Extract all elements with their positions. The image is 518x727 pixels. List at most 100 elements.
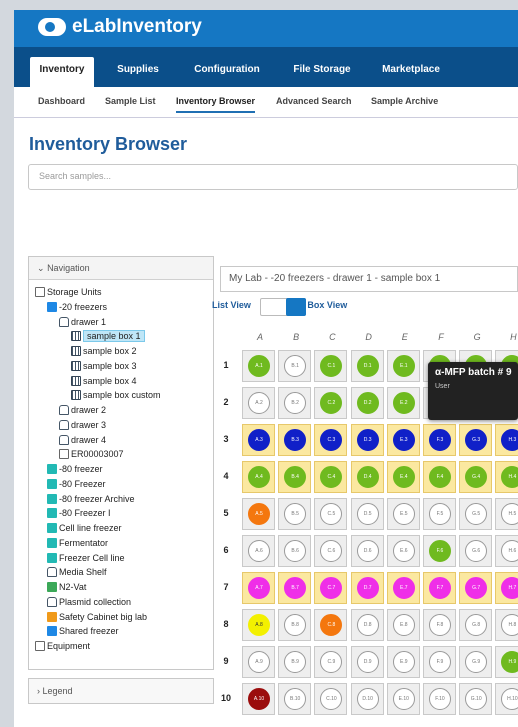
box-cell[interactable]: D.9 [350,646,384,678]
tree-node-equipment[interactable]: Equipment [35,639,90,653]
tree-node-sample-box-1[interactable]: sample box 1 [71,329,145,343]
tree-node-freezer-cell-line[interactable]: Freezer Cell line [47,551,125,565]
main-tab-supplies[interactable]: Supplies [108,57,168,87]
tree-node-sample-box-custom[interactable]: sample box custom [71,388,161,402]
sub-tab-dashboard[interactable]: Dashboard [38,96,85,106]
navigation-header[interactable]: ⌄ Navigation [29,257,213,280]
box-cell[interactable]: D.2 [350,387,384,419]
box-cell[interactable]: F.4 [423,461,456,493]
tree-node-shared-freezer[interactable]: Shared freezer [47,624,119,638]
box-cell[interactable]: F.6 [423,535,456,567]
box-cell[interactable]: E.7 [386,572,420,604]
box-cell[interactable]: A.5 [242,498,275,530]
box-cell[interactable]: C.7 [314,572,348,604]
box-cell[interactable]: D.1 [350,350,384,382]
tree-node-media-shelf[interactable]: Media Shelf [47,565,107,579]
box-cell[interactable]: G.7 [459,572,493,604]
box-cell[interactable]: B.10 [278,683,312,715]
box-cell[interactable]: A.8 [242,609,275,641]
tree-node-sample-box-3[interactable]: sample box 3 [71,359,137,373]
sub-tab-inventory-browser[interactable]: Inventory Browser [176,96,256,113]
tree-node-fermentator[interactable]: Fermentator [47,536,108,550]
tree-node-80-freezer-i[interactable]: -80 Freezer I [47,506,111,520]
box-cell[interactable]: D.8 [350,609,384,641]
box-cell[interactable]: B.8 [278,609,312,641]
main-tab-configuration[interactable]: Configuration [182,57,272,87]
box-cell[interactable]: D.3 [350,424,384,456]
box-cell[interactable]: E.9 [386,646,420,678]
tree-node-80-freezer-archive[interactable]: -80 freezer Archive [47,492,135,506]
box-cell[interactable]: A.2 [242,387,275,419]
tree-node-drawer-3[interactable]: drawer 3 [59,418,106,432]
tree-node-sample-box-4[interactable]: sample box 4 [71,374,137,388]
box-cell[interactable]: E.8 [386,609,420,641]
app-logo[interactable]: eLabInventory [38,16,202,38]
box-cell[interactable]: F.7 [423,572,456,604]
box-cell[interactable]: G.3 [459,424,493,456]
box-cell[interactable]: F.3 [423,424,456,456]
box-cell[interactable]: D.7 [350,572,384,604]
view-toggle-switch[interactable] [260,298,306,316]
box-cell[interactable]: G.4 [459,461,493,493]
box-cell[interactable]: B.6 [278,535,312,567]
box-cell[interactable]: E.3 [386,424,420,456]
list-view-label[interactable]: List View [212,300,251,310]
box-cell[interactable]: E.10 [386,683,420,715]
box-cell[interactable]: C.6 [314,535,348,567]
box-cell[interactable]: G.9 [459,646,493,678]
tree-node-80-freezer[interactable]: -80 freezer [47,462,103,476]
tree-node-sample-box-2[interactable]: sample box 2 [71,344,137,358]
box-cell[interactable]: H.8 [495,609,518,641]
tree-node-n2-vat[interactable]: N2-Vat [47,580,86,594]
box-cell[interactable]: G.10 [459,683,493,715]
sub-tab-advanced-search[interactable]: Advanced Search [276,96,352,106]
box-cell[interactable]: A.7 [242,572,275,604]
box-cell[interactable]: A.1 [242,350,275,382]
box-cell[interactable]: B.5 [278,498,312,530]
box-cell[interactable]: C.8 [314,609,348,641]
tree-node-safety-cabinet-big-lab[interactable]: Safety Cabinet big lab [47,610,147,624]
box-cell[interactable]: E.4 [386,461,420,493]
sub-tab-sample-archive[interactable]: Sample Archive [371,96,438,106]
box-cell[interactable]: C.9 [314,646,348,678]
box-cell[interactable]: B.3 [278,424,312,456]
box-cell[interactable]: C.4 [314,461,348,493]
main-tab-file-storage[interactable]: File Storage [284,57,360,87]
tree-node-er00003007[interactable]: ER00003007 [59,447,124,461]
box-view-label[interactable]: Box View [307,300,347,310]
box-cell[interactable]: A.4 [242,461,275,493]
box-cell[interactable]: B.9 [278,646,312,678]
box-cell[interactable]: H.7 [495,572,518,604]
box-cell[interactable]: G.8 [459,609,493,641]
tree-node-plasmid-collection[interactable]: Plasmid collection [47,595,131,609]
main-tab-inventory[interactable]: Inventory [30,57,94,87]
box-cell[interactable]: D.4 [350,461,384,493]
box-cell[interactable]: C.1 [314,350,348,382]
box-cell[interactable]: C.5 [314,498,348,530]
main-tab-marketplace[interactable]: Marketplace [370,57,452,87]
box-cell[interactable]: A.9 [242,646,275,678]
box-cell[interactable]: E.2 [386,387,420,419]
tree-node-storage-units[interactable]: Storage Units [35,285,102,299]
box-cell[interactable]: A.6 [242,535,275,567]
box-cell[interactable]: G.5 [459,498,493,530]
box-cell[interactable]: H.4 [495,461,518,493]
box-cell[interactable]: H.9 [495,646,518,678]
box-cell[interactable]: E.5 [386,498,420,530]
box-cell[interactable]: A.3 [242,424,275,456]
box-cell[interactable]: F.10 [423,683,456,715]
tree-node-80-freezer[interactable]: -80 Freezer [47,477,106,491]
search-input[interactable]: Search samples... [28,164,518,190]
box-cell[interactable]: B.2 [278,387,312,419]
tree-node-20-freezers[interactable]: -20 freezers [47,300,107,314]
box-cell[interactable]: B.7 [278,572,312,604]
box-cell[interactable]: D.5 [350,498,384,530]
box-cell[interactable]: E.1 [386,350,420,382]
box-cell[interactable]: H.10 [495,683,518,715]
box-cell[interactable]: H.6 [495,535,518,567]
box-cell[interactable]: B.4 [278,461,312,493]
box-cell[interactable]: H.3 [495,424,518,456]
box-cell[interactable]: E.6 [386,535,420,567]
box-cell[interactable]: F.5 [423,498,456,530]
box-cell[interactable]: F.9 [423,646,456,678]
